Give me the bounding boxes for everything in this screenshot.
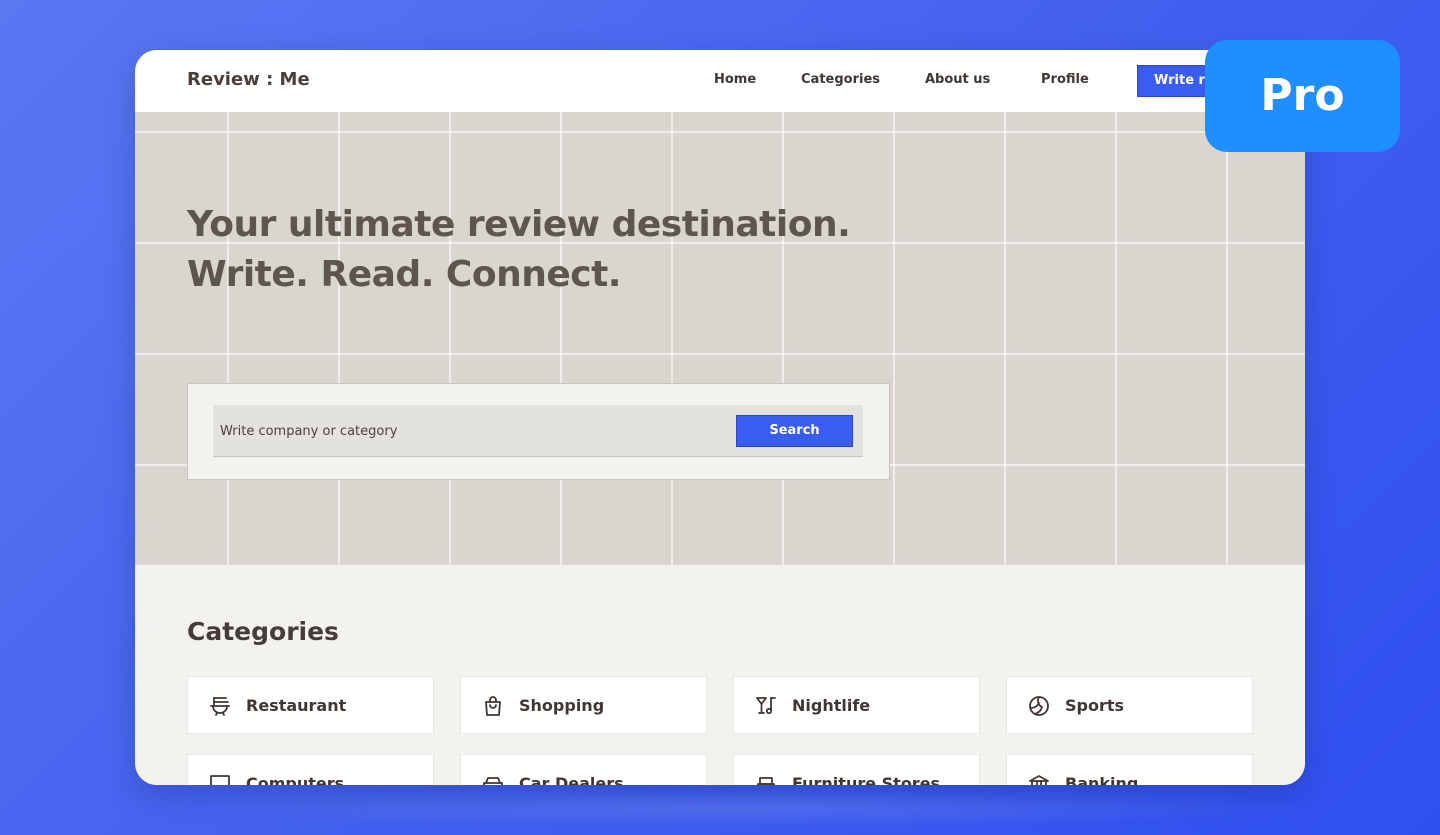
category-label: Furniture Stores xyxy=(792,774,941,785)
nav-link-profile[interactable]: Profile xyxy=(1041,72,1089,87)
nav-link-home[interactable]: Home xyxy=(714,72,756,87)
category-label: Computers xyxy=(246,774,345,785)
nav-link-about-us[interactable]: About us xyxy=(925,72,990,87)
bank-icon xyxy=(1029,775,1049,785)
hero-title-line-1: Your ultimate review destination. xyxy=(187,204,851,245)
category-label: Nightlife xyxy=(792,696,871,715)
hero-title: Your ultimate review destination. Write.… xyxy=(187,200,851,300)
category-card-furniture-stores[interactable]: Furniture Stores xyxy=(733,754,980,785)
category-label: Car Dealers xyxy=(519,774,624,785)
category-card-sports[interactable]: Sports xyxy=(1006,676,1253,734)
shopping-bag-icon xyxy=(485,696,501,716)
top-navbar: Review : Me Home Categories About us Pro… xyxy=(135,50,1305,112)
category-card-restaurant[interactable]: Restaurant xyxy=(187,676,434,734)
category-card-nightlife[interactable]: Nightlife xyxy=(733,676,980,734)
category-card-computers[interactable]: Computers xyxy=(187,754,434,785)
search-panel: Search xyxy=(187,383,890,480)
nightlife-icon xyxy=(756,697,776,715)
hero-section: Your ultimate review destination. Write.… xyxy=(135,112,1305,565)
categories-section: Categories Restaurant Shopping Nightlife… xyxy=(135,565,1305,785)
search-input[interactable] xyxy=(213,405,733,457)
category-label: Sports xyxy=(1065,696,1125,715)
car-icon xyxy=(483,777,503,785)
category-label: Shopping xyxy=(519,696,605,715)
category-card-banking[interactable]: Banking xyxy=(1006,754,1253,785)
category-card-shopping[interactable]: Shopping xyxy=(460,676,707,734)
sports-ball-icon xyxy=(1029,696,1049,716)
search-bar: Search xyxy=(213,405,863,457)
category-label: Restaurant xyxy=(246,696,347,715)
background-smudge xyxy=(180,788,1330,828)
app-window: Review : Me Home Categories About us Pro… xyxy=(135,50,1305,785)
furniture-icon xyxy=(757,777,775,785)
restaurant-icon xyxy=(210,697,230,716)
hero-title-line-2: Write. Read. Connect. xyxy=(187,254,621,295)
brand-logo[interactable]: Review : Me xyxy=(187,69,310,90)
computer-icon xyxy=(210,775,230,785)
nav-link-categories[interactable]: Categories xyxy=(801,72,880,87)
category-label: Banking xyxy=(1065,774,1139,785)
categories-heading: Categories xyxy=(187,617,339,646)
search-button[interactable]: Search xyxy=(736,415,853,447)
pro-badge: Pro xyxy=(1205,40,1400,152)
category-card-car-dealers[interactable]: Car Dealers xyxy=(460,754,707,785)
